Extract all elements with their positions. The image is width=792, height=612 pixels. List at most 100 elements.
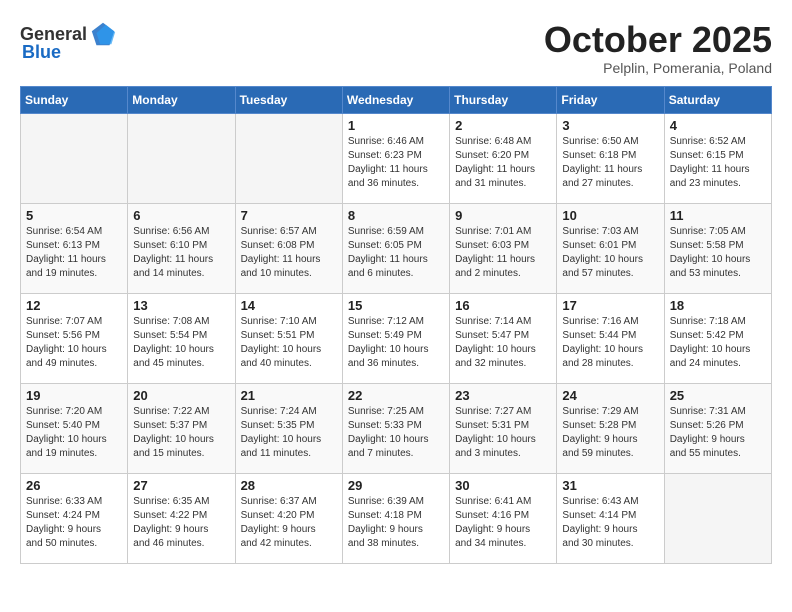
- day-number: 2: [455, 118, 551, 133]
- day-header-saturday: Saturday: [664, 86, 771, 113]
- day-number: 4: [670, 118, 766, 133]
- calendar-cell: 11 Sunrise: 7:05 AM Sunset: 5:58 PM Dayli…: [664, 203, 771, 293]
- week-row-4: 19 Sunrise: 7:20 AM Sunset: 5:40 PM Dayli…: [21, 383, 772, 473]
- day-number: 17: [562, 298, 658, 313]
- day-number: 25: [670, 388, 766, 403]
- calendar-cell: 21 Sunrise: 7:24 AM Sunset: 5:35 PM Dayli…: [235, 383, 342, 473]
- location-subtitle: Pelplin, Pomerania, Poland: [544, 60, 772, 76]
- calendar-cell: [128, 113, 235, 203]
- week-row-3: 12 Sunrise: 7:07 AM Sunset: 5:56 PM Dayli…: [21, 293, 772, 383]
- day-number: 9: [455, 208, 551, 223]
- header-row: SundayMondayTuesdayWednesdayThursdayFrid…: [21, 86, 772, 113]
- day-number: 1: [348, 118, 444, 133]
- day-header-wednesday: Wednesday: [342, 86, 449, 113]
- calendar-cell: 4 Sunrise: 6:52 AM Sunset: 6:15 PM Daylig…: [664, 113, 771, 203]
- cell-content: Sunrise: 7:18 AM Sunset: 5:42 PM Dayligh…: [670, 315, 766, 371]
- day-number: 26: [26, 478, 122, 493]
- day-number: 24: [562, 388, 658, 403]
- cell-content: Sunrise: 7:01 AM Sunset: 6:03 PM Dayligh…: [455, 225, 551, 281]
- cell-content: Sunrise: 6:48 AM Sunset: 6:20 PM Dayligh…: [455, 135, 551, 191]
- cell-content: Sunrise: 6:59 AM Sunset: 6:05 PM Dayligh…: [348, 225, 444, 281]
- cell-content: Sunrise: 6:57 AM Sunset: 6:08 PM Dayligh…: [241, 225, 337, 281]
- calendar-cell: 29Sunrise: 6:39 AM Sunset: 4:18 PM Dayli…: [342, 473, 449, 563]
- day-number: 18: [670, 298, 766, 313]
- calendar-cell: 1 Sunrise: 6:46 AM Sunset: 6:23 PM Daylig…: [342, 113, 449, 203]
- day-number: 11: [670, 208, 766, 223]
- day-header-sunday: Sunday: [21, 86, 128, 113]
- cell-content: Sunrise: 7:27 AM Sunset: 5:31 PM Dayligh…: [455, 405, 551, 461]
- calendar-cell: 23 Sunrise: 7:27 AM Sunset: 5:31 PM Dayli…: [450, 383, 557, 473]
- calendar-cell: 8Sunrise: 6:59 AM Sunset: 6:05 PM Daylig…: [342, 203, 449, 293]
- day-number: 13: [133, 298, 229, 313]
- calendar-cell: 17 Sunrise: 7:16 AM Sunset: 5:44 PM Dayli…: [557, 293, 664, 383]
- day-number: 14: [241, 298, 337, 313]
- cell-content: Sunrise: 7:22 AM Sunset: 5:37 PM Dayligh…: [133, 405, 229, 461]
- cell-content: Sunrise: 7:25 AM Sunset: 5:33 PM Dayligh…: [348, 405, 444, 461]
- calendar-cell: 15 Sunrise: 7:12 AM Sunset: 5:49 PM Dayli…: [342, 293, 449, 383]
- calendar-cell: 24 Sunrise: 7:29 AM Sunset: 5:28 PM Dayli…: [557, 383, 664, 473]
- day-number: 5: [26, 208, 122, 223]
- cell-content: Sunrise: 6:54 AM Sunset: 6:13 PM Dayligh…: [26, 225, 122, 281]
- cell-content: Sunrise: 7:20 AM Sunset: 5:40 PM Dayligh…: [26, 405, 122, 461]
- logo-text-blue: Blue: [22, 42, 61, 63]
- calendar-cell: 14 Sunrise: 7:10 AM Sunset: 5:51 PM Dayli…: [235, 293, 342, 383]
- calendar-cell: 9 Sunrise: 7:01 AM Sunset: 6:03 PM Daylig…: [450, 203, 557, 293]
- cell-content: Sunrise: 7:10 AM Sunset: 5:51 PM Dayligh…: [241, 315, 337, 371]
- cell-content: Sunrise: 7:12 AM Sunset: 5:49 PM Dayligh…: [348, 315, 444, 371]
- title-block: October 2025 Pelplin, Pomerania, Poland: [544, 20, 772, 76]
- day-number: 27: [133, 478, 229, 493]
- day-number: 19: [26, 388, 122, 403]
- cell-content: Sunrise: 7:07 AM Sunset: 5:56 PM Dayligh…: [26, 315, 122, 371]
- cell-content: Sunrise: 6:33 AM Sunset: 4:24 PM Dayligh…: [26, 495, 122, 551]
- calendar-cell: 26 Sunrise: 6:33 AM Sunset: 4:24 PM Dayli…: [21, 473, 128, 563]
- cell-content: Sunrise: 7:24 AM Sunset: 5:35 PM Dayligh…: [241, 405, 337, 461]
- cell-content: Sunrise: 6:37 AM Sunset: 4:20 PM Dayligh…: [241, 495, 337, 551]
- calendar-cell: 30Sunrise: 6:41 AM Sunset: 4:16 PM Dayli…: [450, 473, 557, 563]
- day-number: 7: [241, 208, 337, 223]
- calendar-cell: 3 Sunrise: 6:50 AM Sunset: 6:18 PM Daylig…: [557, 113, 664, 203]
- day-number: 31: [562, 478, 658, 493]
- day-header-monday: Monday: [128, 86, 235, 113]
- cell-content: Sunrise: 7:05 AM Sunset: 5:58 PM Dayligh…: [670, 225, 766, 281]
- calendar-cell: 2 Sunrise: 6:48 AM Sunset: 6:20 PM Daylig…: [450, 113, 557, 203]
- calendar-cell: 16Sunrise: 7:14 AM Sunset: 5:47 PM Dayli…: [450, 293, 557, 383]
- day-number: 23: [455, 388, 551, 403]
- day-number: 12: [26, 298, 122, 313]
- calendar-cell: 10Sunrise: 7:03 AM Sunset: 6:01 PM Dayli…: [557, 203, 664, 293]
- day-header-tuesday: Tuesday: [235, 86, 342, 113]
- calendar-cell: 6Sunrise: 6:56 AM Sunset: 6:10 PM Daylig…: [128, 203, 235, 293]
- day-number: 21: [241, 388, 337, 403]
- cell-content: Sunrise: 6:46 AM Sunset: 6:23 PM Dayligh…: [348, 135, 444, 191]
- day-number: 3: [562, 118, 658, 133]
- cell-content: Sunrise: 6:50 AM Sunset: 6:18 PM Dayligh…: [562, 135, 658, 191]
- cell-content: Sunrise: 6:41 AM Sunset: 4:16 PM Dayligh…: [455, 495, 551, 551]
- calendar-cell: [21, 113, 128, 203]
- calendar-cell: 7 Sunrise: 6:57 AM Sunset: 6:08 PM Daylig…: [235, 203, 342, 293]
- cell-content: Sunrise: 7:16 AM Sunset: 5:44 PM Dayligh…: [562, 315, 658, 371]
- calendar-cell: 18 Sunrise: 7:18 AM Sunset: 5:42 PM Dayli…: [664, 293, 771, 383]
- cell-content: Sunrise: 7:31 AM Sunset: 5:26 PM Dayligh…: [670, 405, 766, 461]
- week-row-1: 1 Sunrise: 6:46 AM Sunset: 6:23 PM Daylig…: [21, 113, 772, 203]
- day-number: 15: [348, 298, 444, 313]
- cell-content: Sunrise: 7:29 AM Sunset: 5:28 PM Dayligh…: [562, 405, 658, 461]
- calendar-cell: 25 Sunrise: 7:31 AM Sunset: 5:26 PM Dayli…: [664, 383, 771, 473]
- week-row-5: 26 Sunrise: 6:33 AM Sunset: 4:24 PM Dayli…: [21, 473, 772, 563]
- cell-content: Sunrise: 6:52 AM Sunset: 6:15 PM Dayligh…: [670, 135, 766, 191]
- week-row-2: 5 Sunrise: 6:54 AM Sunset: 6:13 PM Daylig…: [21, 203, 772, 293]
- day-number: 28: [241, 478, 337, 493]
- month-title: October 2025: [544, 20, 772, 60]
- calendar-cell: 31Sunrise: 6:43 AM Sunset: 4:14 PM Dayli…: [557, 473, 664, 563]
- day-header-thursday: Thursday: [450, 86, 557, 113]
- logo: General Blue: [20, 20, 117, 63]
- cell-content: Sunrise: 6:35 AM Sunset: 4:22 PM Dayligh…: [133, 495, 229, 551]
- cell-content: Sunrise: 6:39 AM Sunset: 4:18 PM Dayligh…: [348, 495, 444, 551]
- calendar-cell: 22Sunrise: 7:25 AM Sunset: 5:33 PM Dayli…: [342, 383, 449, 473]
- cell-content: Sunrise: 7:14 AM Sunset: 5:47 PM Dayligh…: [455, 315, 551, 371]
- calendar-cell: 12 Sunrise: 7:07 AM Sunset: 5:56 PM Dayli…: [21, 293, 128, 383]
- logo-icon: [89, 20, 117, 48]
- day-number: 20: [133, 388, 229, 403]
- day-number: 10: [562, 208, 658, 223]
- calendar-cell: 13Sunrise: 7:08 AM Sunset: 5:54 PM Dayli…: [128, 293, 235, 383]
- day-number: 6: [133, 208, 229, 223]
- calendar-cell: 5 Sunrise: 6:54 AM Sunset: 6:13 PM Daylig…: [21, 203, 128, 293]
